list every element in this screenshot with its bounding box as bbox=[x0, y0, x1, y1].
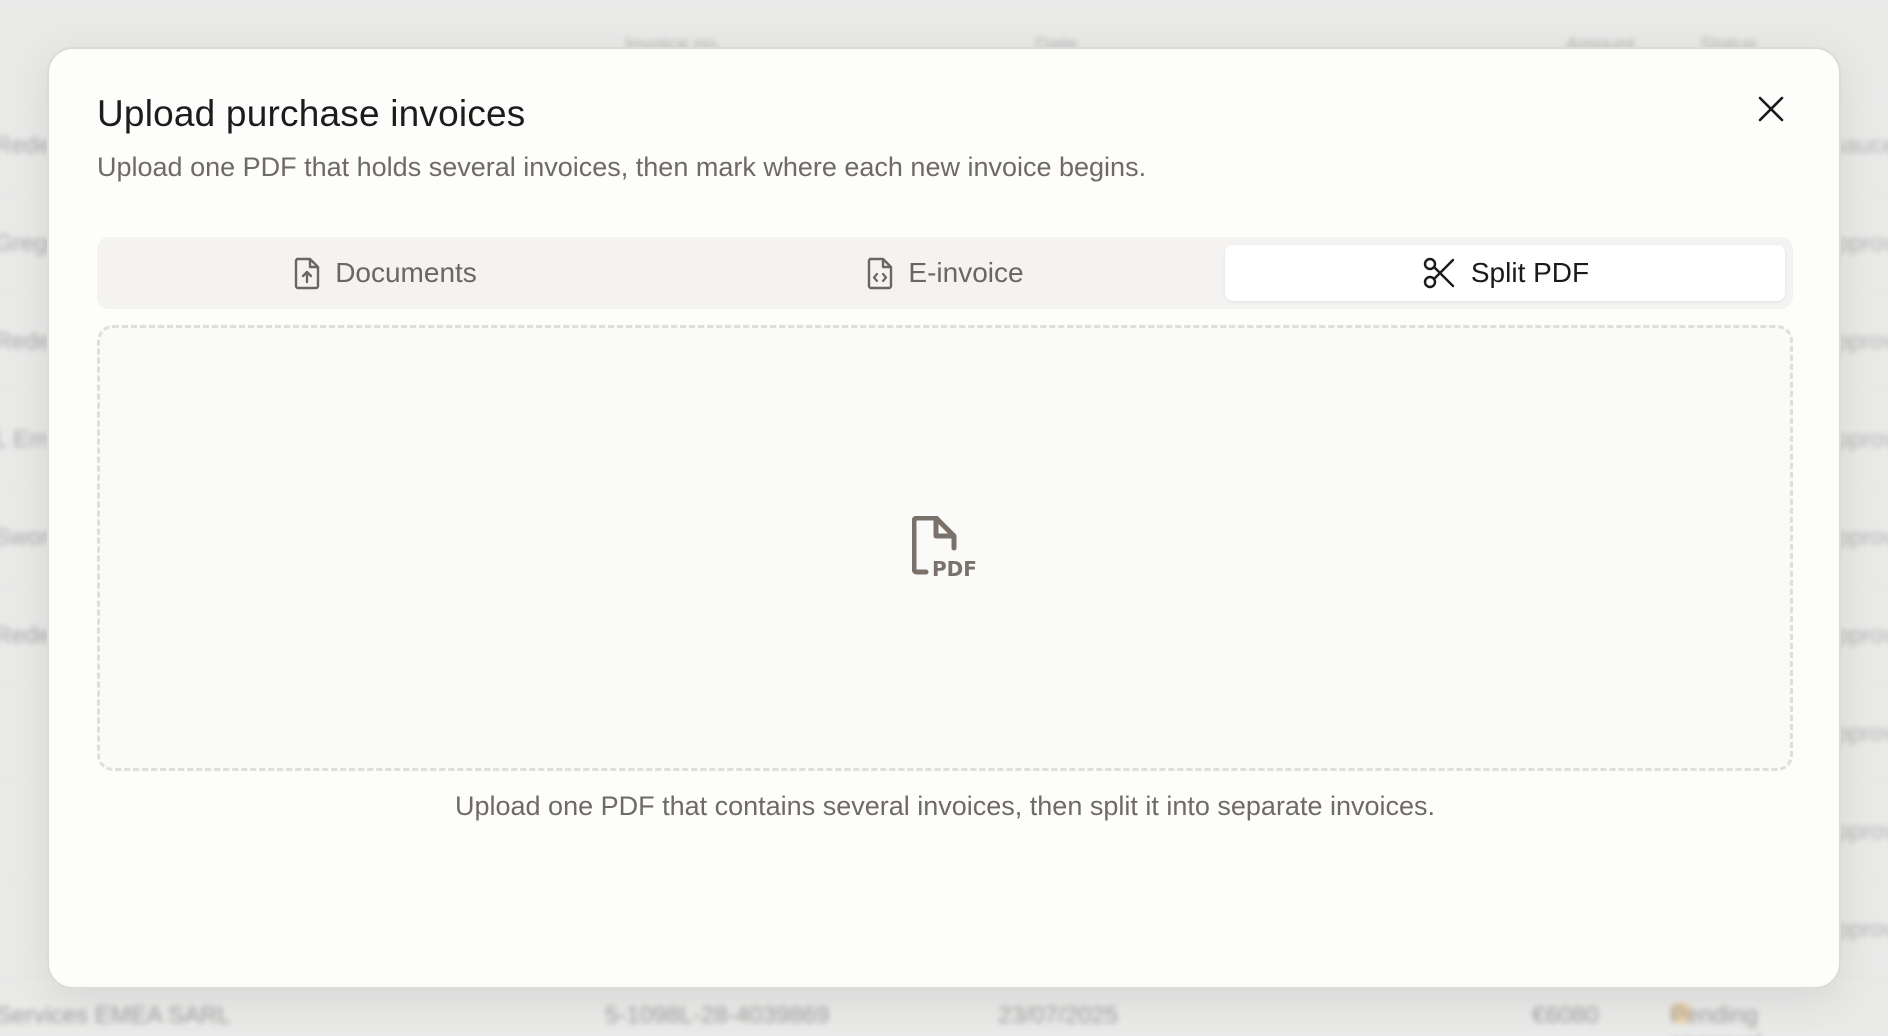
tab-split-pdf-label: Split PDF bbox=[1470, 257, 1590, 288]
tab-e-invoice-label: E-invoice bbox=[908, 257, 1024, 288]
pdf-dropzone[interactable]: PDF bbox=[97, 325, 1793, 771]
file-upload-icon bbox=[294, 257, 320, 290]
tab-documents[interactable]: Documents bbox=[105, 245, 665, 301]
pdf-file-icon: PDF bbox=[912, 516, 977, 580]
close-icon bbox=[1758, 96, 1784, 122]
tab-documents-label: Documents bbox=[335, 257, 477, 288]
tab-e-invoice[interactable]: E-invoice bbox=[665, 245, 1225, 301]
close-button[interactable] bbox=[1751, 89, 1791, 129]
dropzone-hint: Upload one PDF that contains several inv… bbox=[454, 791, 1436, 821]
tab-split-pdf[interactable]: Split PDF bbox=[1225, 245, 1785, 301]
scissors-icon bbox=[1423, 257, 1455, 289]
upload-dialog: Upload purchase invoices Upload one PDF … bbox=[47, 47, 1841, 989]
svg-text:PDF: PDF bbox=[932, 557, 977, 580]
dialog-title: Upload purchase invoices bbox=[97, 93, 526, 134]
dialog-subtitle: Upload one PDF that holds several invoic… bbox=[97, 152, 1147, 182]
file-code-icon bbox=[868, 257, 893, 290]
upload-mode-tabs: Documents E-invoice Split PDF bbox=[97, 237, 1793, 309]
